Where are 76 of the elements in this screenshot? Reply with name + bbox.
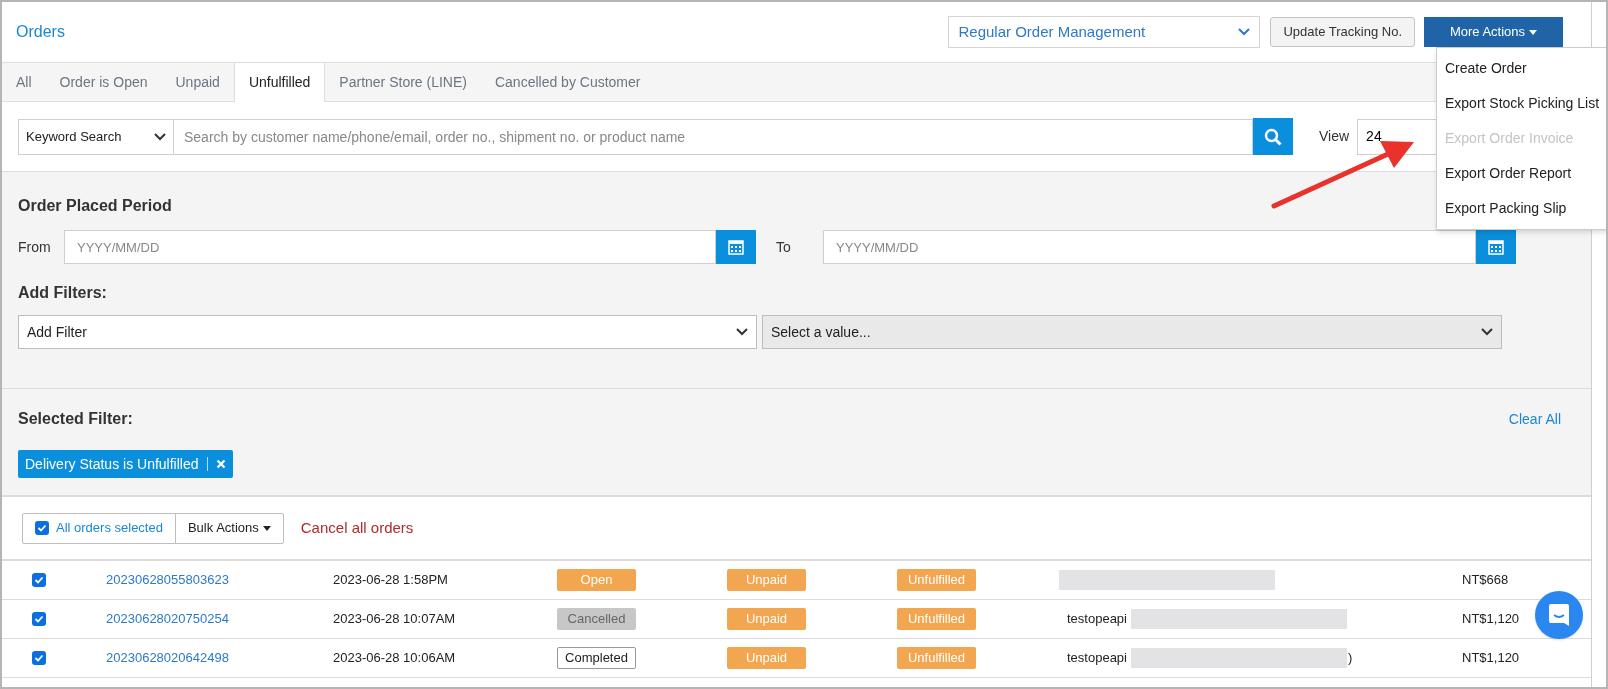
tab[interactable]: Partner Store (LINE) xyxy=(325,63,481,101)
date-field[interactable]: YYYY/MM/DD xyxy=(64,230,716,264)
order-total: NT$668 xyxy=(1462,571,1509,590)
status-badge: Unfulfilled xyxy=(897,608,976,630)
customer-name: testopeapi xyxy=(1067,649,1127,668)
status-badge: Unfulfilled xyxy=(897,569,976,591)
value-select[interactable]: Select a value... xyxy=(762,315,1502,349)
order-date: 2023-06-28 10:06AM xyxy=(333,650,456,666)
search-field[interactable]: Search by customer name/phone/email, order no., shipment no. or product name xyxy=(174,118,1253,155)
section-title: Order Placed Period xyxy=(18,196,172,216)
chevron-down-icon xyxy=(154,132,166,141)
menu-item[interactable]: Export Order Report xyxy=(1437,156,1606,191)
filter-select[interactable]: Add Filter xyxy=(18,315,757,349)
checkbox[interactable] xyxy=(32,651,46,665)
order-number-link[interactable]: 20230628055803623 xyxy=(106,572,229,588)
order-number-link[interactable]: 20230628020642498 xyxy=(106,650,229,666)
menu-item[interactable]: Export Packing Slip xyxy=(1437,191,1606,226)
bulk-actions-button[interactable]: Bulk Actions xyxy=(175,513,283,543)
page-title: Orders xyxy=(16,22,65,42)
calendar-icon xyxy=(1488,239,1504,255)
customer-name: ) xyxy=(1348,649,1353,668)
checkbox[interactable] xyxy=(32,573,46,587)
order-total: NT$1,120 xyxy=(1462,649,1520,668)
status-badge: Unpaid xyxy=(727,608,806,630)
menu-item[interactable]: Create Order xyxy=(1437,51,1606,86)
chevron-down-icon xyxy=(1238,28,1251,36)
date-field[interactable]: YYYY/MM/DD xyxy=(823,230,1476,264)
caret-icon xyxy=(262,525,271,531)
close-icon xyxy=(215,459,226,469)
calendar-button[interactable] xyxy=(1476,230,1516,264)
from-label: From xyxy=(18,237,52,257)
tab[interactable]: Unpaid xyxy=(161,63,234,101)
check-icon xyxy=(34,653,44,663)
tab[interactable]: Cancelled by Customer xyxy=(480,63,655,101)
more-actions-button[interactable]: More Actions xyxy=(1424,17,1563,47)
order-total: NT$1,120 xyxy=(1462,610,1520,629)
check-icon xyxy=(34,575,44,585)
search-button[interactable] xyxy=(1253,118,1293,155)
chevron-down-icon xyxy=(1481,328,1493,336)
customer-name: testopeapi xyxy=(1067,610,1127,629)
caret-icon xyxy=(1529,29,1538,35)
menu-item[interactable]: Export Stock Picking List xyxy=(1437,86,1606,121)
checkbox[interactable] xyxy=(35,521,49,535)
order-date: 2023-06-28 10:07AM xyxy=(333,611,456,627)
order-date: 2023-06-28 1:58PM xyxy=(333,572,448,588)
status-badge: Cancelled xyxy=(557,608,636,630)
status-badge: Unpaid xyxy=(727,647,806,669)
chat-button[interactable] xyxy=(1535,591,1583,639)
filter-chip[interactable]: Delivery Status is Unfulfilled xyxy=(18,450,233,478)
status-badge: Completed xyxy=(557,647,636,669)
check-icon xyxy=(34,614,44,624)
chat-icon xyxy=(1548,603,1570,627)
chevron-down-icon xyxy=(736,328,748,336)
calendar-button[interactable] xyxy=(716,230,756,264)
check-icon xyxy=(37,523,47,533)
tab[interactable]: Unfulfilled xyxy=(233,63,326,102)
update-tracking-button[interactable]: Update Tracking No. xyxy=(1270,17,1415,47)
mode-select[interactable]: Regular Order Management xyxy=(948,16,1261,48)
to-label: To xyxy=(775,237,792,257)
cancel-all-link[interactable]: Cancel all orders xyxy=(300,516,414,540)
section-title: Add Filters: xyxy=(18,283,107,303)
order-number-link[interactable]: 20230628020750254 xyxy=(106,611,229,627)
clear-all-link[interactable]: Clear All xyxy=(1508,408,1561,430)
all-selected-link[interactable]: All orders selected xyxy=(56,518,163,538)
section-title: Selected Filter: xyxy=(18,409,133,429)
view-label: View xyxy=(1319,127,1350,146)
menu-item: Export Order Invoice xyxy=(1444,129,1575,148)
calendar-icon xyxy=(728,239,744,255)
tab[interactable]: Order is Open xyxy=(45,63,162,101)
status-badge: Open xyxy=(557,569,636,591)
checkbox[interactable] xyxy=(32,612,46,626)
keyword-type-select[interactable]: Keyword Search xyxy=(18,118,174,155)
status-badge: Unfulfilled xyxy=(897,647,976,669)
tab[interactable]: All xyxy=(2,63,46,101)
search-icon xyxy=(1264,127,1282,146)
status-badge: Unpaid xyxy=(727,569,806,591)
